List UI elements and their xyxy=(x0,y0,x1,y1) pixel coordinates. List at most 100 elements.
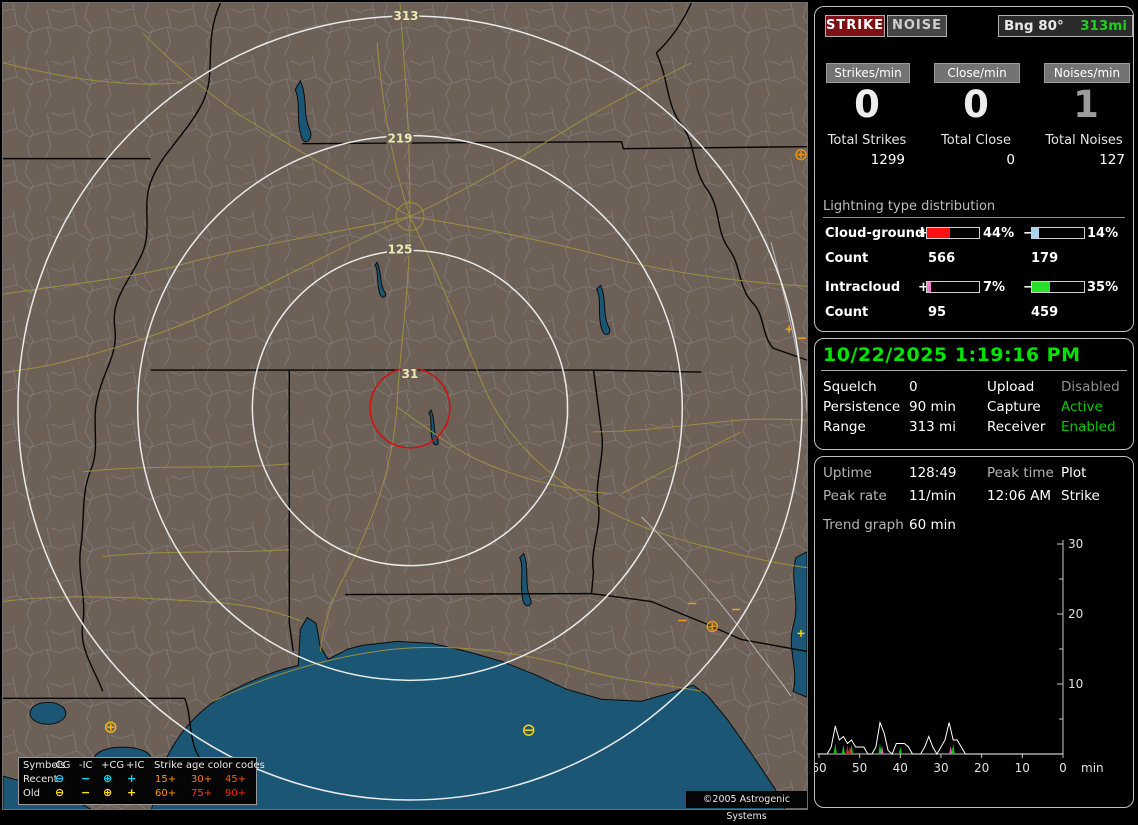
circle-plus-strike-icon xyxy=(795,148,807,161)
uptime-value: 128:49 xyxy=(909,465,957,481)
nexstorm-window: { "map": { "ring_labels": ["313", "219",… xyxy=(0,0,1138,822)
x-tick-label: 10 xyxy=(1015,761,1030,775)
status-panel: 10/22/2025 1:19:16 PM Squelch 0 Upload D… xyxy=(814,338,1134,450)
age-15: 15+ xyxy=(155,774,177,785)
total-noises-label: Total Noises xyxy=(1045,133,1123,148)
receiver-label: Receiver xyxy=(987,419,1046,435)
strikes-per-min-chip[interactable]: Strikes/min xyxy=(826,63,910,83)
upload-label: Upload xyxy=(987,379,1035,395)
circle-plus-strike-icon xyxy=(706,620,718,633)
ic-plus-count: 95 xyxy=(928,305,947,320)
legend-header-ncg: -CG xyxy=(52,760,71,771)
x-axis-unit: min xyxy=(1081,761,1104,775)
y-tick-label: 30 xyxy=(1068,537,1083,551)
x-tick-label: 0 xyxy=(1059,761,1067,775)
old-plus-icon: + xyxy=(127,786,137,799)
legend-age-title: Strike age color codes xyxy=(154,760,265,771)
cg-pos-spikes xyxy=(845,745,850,754)
intracloud-label: Intracloud xyxy=(825,280,901,295)
map-canvas[interactable]: 313 219 125 31 xyxy=(3,3,807,809)
close-per-min-value: 0 xyxy=(963,83,989,126)
peak-rate-value: 11/min xyxy=(909,488,957,504)
strike-tab-button[interactable]: STRIKE xyxy=(825,15,885,37)
cg-minus-bar xyxy=(1031,227,1085,239)
trend-graph-chart: 60 50 40 30 20 10 0 min 10 20 30 xyxy=(815,537,1104,775)
count-label: Count xyxy=(825,251,869,266)
total-close-label: Total Close xyxy=(941,133,1011,148)
peak-time-value: 12:06 AM xyxy=(987,488,1052,504)
cloud-ground-count-row: Count 566 179 xyxy=(815,251,1133,266)
legend-row-old-label: Old xyxy=(23,788,40,799)
ic-neg-spikes xyxy=(951,743,955,754)
cg-minus-count: 179 xyxy=(1031,251,1059,266)
persistence-value: 90 min xyxy=(909,399,956,415)
strike-map[interactable]: 313 219 125 31 xyxy=(2,2,808,810)
uptime-label: Uptime xyxy=(823,465,872,481)
age-75: 75+ xyxy=(191,788,213,799)
x-tick-label: 40 xyxy=(893,761,908,775)
legend-header-pic: +IC xyxy=(126,760,145,771)
total-noises-value: 127 xyxy=(1099,152,1125,168)
peak-rate-label: Peak rate xyxy=(823,488,887,504)
plot-mode-value: Strike xyxy=(1061,488,1100,504)
receiver-status: Enabled xyxy=(1061,419,1116,435)
age-90: 90+ xyxy=(225,788,247,799)
legend-row-recent-label: Recent xyxy=(23,774,58,785)
old-minus-icon: − xyxy=(81,786,91,799)
legend-header-pcg: +CG xyxy=(101,760,125,771)
cg-plus-bar xyxy=(926,227,980,239)
total-strikes-label: Total Strikes xyxy=(827,133,907,148)
y-tick-label: 10 xyxy=(1068,677,1083,691)
ic-minus-pct: 35% xyxy=(1087,280,1119,295)
trend-axes xyxy=(817,540,1064,755)
old-circle-minus-icon: ⊖ xyxy=(55,786,65,799)
strikes-per-min-value: 0 xyxy=(854,83,880,126)
plot-mode-label: Plot xyxy=(1061,465,1087,481)
trend-graph-period: 60 min xyxy=(909,517,956,533)
range-label: Range xyxy=(823,419,866,435)
noise-tab-button[interactable]: NOISE xyxy=(887,15,947,37)
noises-per-min-chip[interactable]: Noises/min xyxy=(1044,63,1130,83)
squelch-value: 0 xyxy=(909,379,918,395)
cloud-ground-label: Cloud-ground xyxy=(825,226,925,241)
ic-plus-bar xyxy=(926,281,980,293)
capture-status: Active xyxy=(1061,399,1103,415)
intracloud-row: Intracloud + 7% − 35% xyxy=(815,280,1133,295)
cg-plus-pct: 44% xyxy=(983,226,1015,241)
symbols-legend: Symbols -CG -IC +CG +IC Strike age color… xyxy=(18,757,265,805)
circle-plus-strike-icon xyxy=(104,721,117,733)
ic-pos-spikes xyxy=(949,745,953,754)
cg-minus-pct: 14% xyxy=(1087,226,1119,241)
upload-status: Disabled xyxy=(1061,379,1120,395)
bearing-range: 313mi xyxy=(1080,18,1127,34)
legend-header-nic: -IC xyxy=(79,760,93,771)
ring-label-31: 31 xyxy=(402,367,419,381)
old-circle-plus-icon: ⊕ xyxy=(103,786,113,799)
bearing-label: Bng 80° xyxy=(1004,18,1064,34)
ic-minus-bar xyxy=(1031,281,1085,293)
recent-minus-icon: − xyxy=(81,772,91,785)
peak-time-label: Peak time xyxy=(987,465,1054,481)
cloud-ground-row: Cloud-ground + 44% − 14% xyxy=(815,226,1133,241)
bearing-readout: Bng 80° 313mi xyxy=(998,15,1133,37)
ic-plus-pct: 7% xyxy=(983,280,1006,295)
recent-circle-plus-icon: ⊕ xyxy=(103,772,113,785)
ic-neg-spikes xyxy=(898,747,902,754)
count-label-2: Count xyxy=(825,305,869,320)
persistence-label: Persistence xyxy=(823,399,901,415)
copyright-notice: ©2005 Astrogenic Systems xyxy=(686,791,807,822)
age-30: 30+ xyxy=(191,774,213,785)
trend-graph-label: Trend graph xyxy=(823,517,904,533)
noises-per-min-value: 1 xyxy=(1073,83,1099,126)
capture-label: Capture xyxy=(987,399,1041,415)
distribution-title: Lightning type distribution xyxy=(823,199,1125,218)
close-per-min-chip[interactable]: Close/min xyxy=(934,63,1020,83)
counters-panel: STRIKE NOISE Bng 80° 313mi Strikes/min C… xyxy=(814,6,1134,332)
datetime-display: 10/22/2025 1:19:16 PM xyxy=(823,344,1081,366)
recent-plus-icon: + xyxy=(127,772,137,785)
stats-trend-panel: Uptime 128:49 Peak time Plot Peak rate 1… xyxy=(814,456,1134,808)
x-tick-label: 20 xyxy=(974,761,989,775)
recent-circle-minus-icon: ⊖ xyxy=(55,772,65,785)
squelch-label: Squelch xyxy=(823,379,877,395)
ring-label-125: 125 xyxy=(388,242,413,256)
